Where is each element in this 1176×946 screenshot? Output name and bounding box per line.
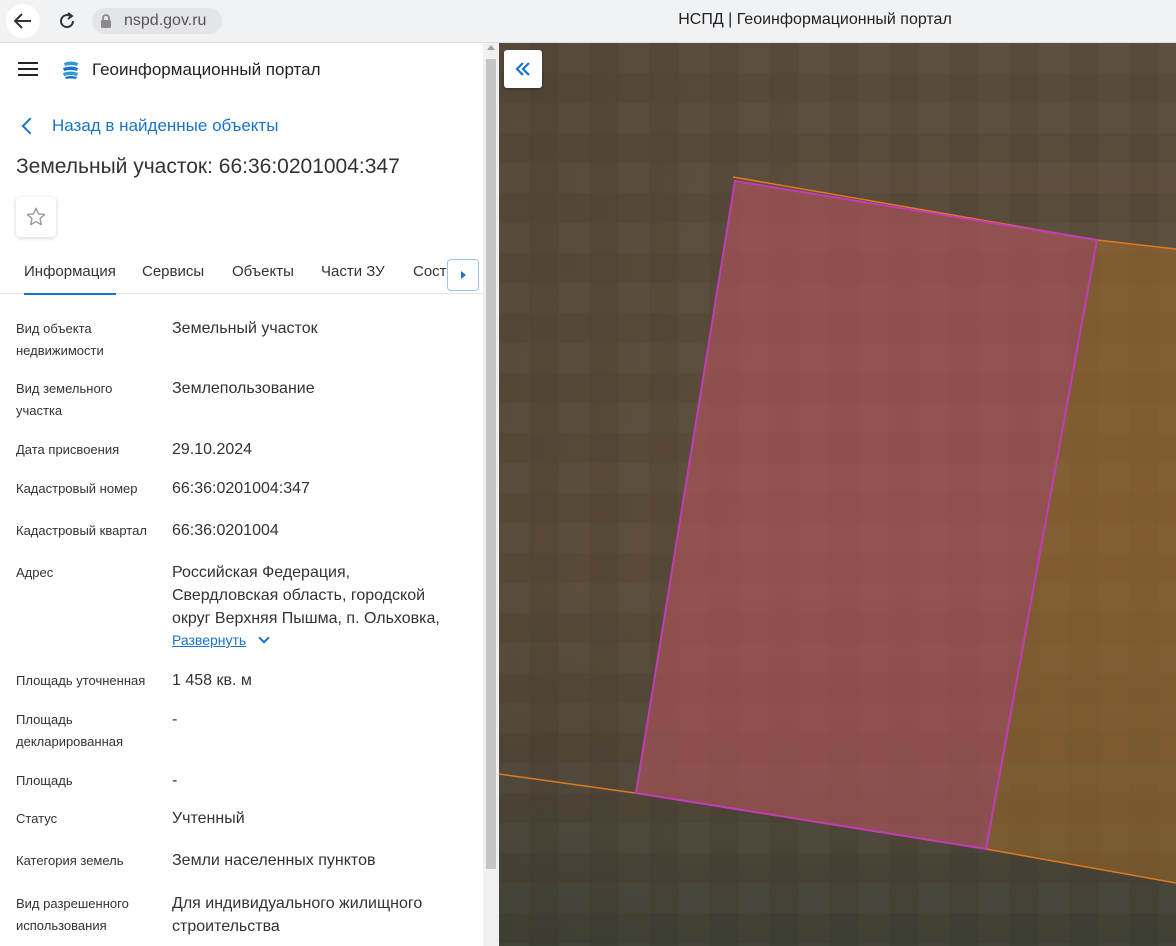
value-parcel-type: Землепользование (172, 380, 315, 397)
menu-icon[interactable] (18, 62, 38, 78)
label-cadastral-block: Кадастровый квартал (16, 523, 147, 538)
value-permitted-use: Для индивидуального жилищного строительс… (172, 895, 423, 935)
label-status: Статус (16, 811, 58, 826)
value-cadastral-number: 66:36:0201004:347 (172, 480, 310, 497)
chevron-down-icon (258, 632, 270, 644)
browser-page-title: НСПД | Геоинформационный портал (678, 11, 952, 28)
label-cadastral-number: Кадастровый номер (16, 481, 138, 496)
label-object-type: Вид объекта недвижимости (16, 321, 104, 358)
tab-objects[interactable]: Объекты (232, 263, 294, 280)
back-link-label: Назад в найденные объекты (52, 116, 279, 135)
portal-logo-icon (63, 61, 78, 79)
value-land-category: Земли населенных пунктов (172, 852, 376, 869)
browser-toolbar: nspd.gov.ru НСПД | Геоинформационный пор… (0, 0, 1176, 43)
value-cadastral-block: 66:36:0201004 (172, 522, 279, 539)
value-assignment-date: 29.10.2024 (172, 441, 253, 458)
label-area-declared: Площадь декларированная (16, 712, 124, 749)
label-area: Площадь (16, 773, 73, 788)
object-info-panel: Геоинформационный портал Назад в найденн… (0, 43, 483, 946)
chevron-left-icon (21, 117, 39, 135)
reload-icon[interactable] (50, 4, 84, 38)
object-title: Земельный участок: 66:36:0201004:347 (16, 155, 400, 178)
value-area: - (172, 772, 178, 789)
caret-right-icon (460, 271, 466, 279)
label-address: Адрес (16, 565, 54, 580)
back-arrow-icon[interactable] (6, 4, 40, 38)
tab-bar: Информация Сервисы Объекты Части ЗУ Сост… (0, 249, 483, 295)
label-land-category: Категория земель (16, 853, 124, 868)
panel-scrollbar[interactable] (483, 43, 499, 946)
tab-information[interactable]: Информация (24, 263, 116, 295)
expand-label: Развернуть (172, 632, 247, 648)
expand-address-link[interactable]: Развернуть (172, 632, 270, 648)
label-area-refined: Площадь уточненная (16, 673, 146, 688)
label-permitted-use: Вид разрешенного использования (16, 896, 129, 933)
label-parcel-type: Вид земельного участка (16, 381, 113, 418)
value-area-declared: - (172, 711, 178, 728)
value-area-refined: 1 458 кв. м (172, 672, 252, 689)
double-chevron-left-icon (515, 62, 530, 76)
map-view[interactable] (499, 43, 1176, 946)
star-icon (26, 207, 46, 226)
app-title: Геоинформационный портал (92, 60, 321, 79)
back-to-results-link[interactable]: Назад в найденные объекты (20, 116, 278, 136)
lock-icon (101, 14, 111, 28)
url-text: nspd.gov.ru (118, 10, 213, 32)
value-status: Учтенный (172, 810, 245, 827)
value-address: Российская Федерация, Свердловская облас… (172, 564, 440, 627)
tab-services[interactable]: Сервисы (142, 263, 204, 280)
tab-parts[interactable]: Части ЗУ (321, 263, 385, 280)
collapse-panel-button[interactable] (504, 50, 542, 88)
address-bar[interactable]: nspd.gov.ru (92, 8, 223, 34)
value-object-type: Земельный участок (172, 320, 318, 337)
scrollbar-thumb[interactable] (486, 59, 496, 869)
tabs-scroll-right-button[interactable] (447, 259, 479, 291)
app-header: Геоинформационный портал (0, 43, 483, 99)
favorite-button[interactable] (16, 197, 56, 237)
label-assignment-date: Дата присвоения (16, 442, 120, 457)
scroll-up-icon[interactable] (487, 45, 495, 50)
map-canvas[interactable] (499, 43, 1176, 946)
